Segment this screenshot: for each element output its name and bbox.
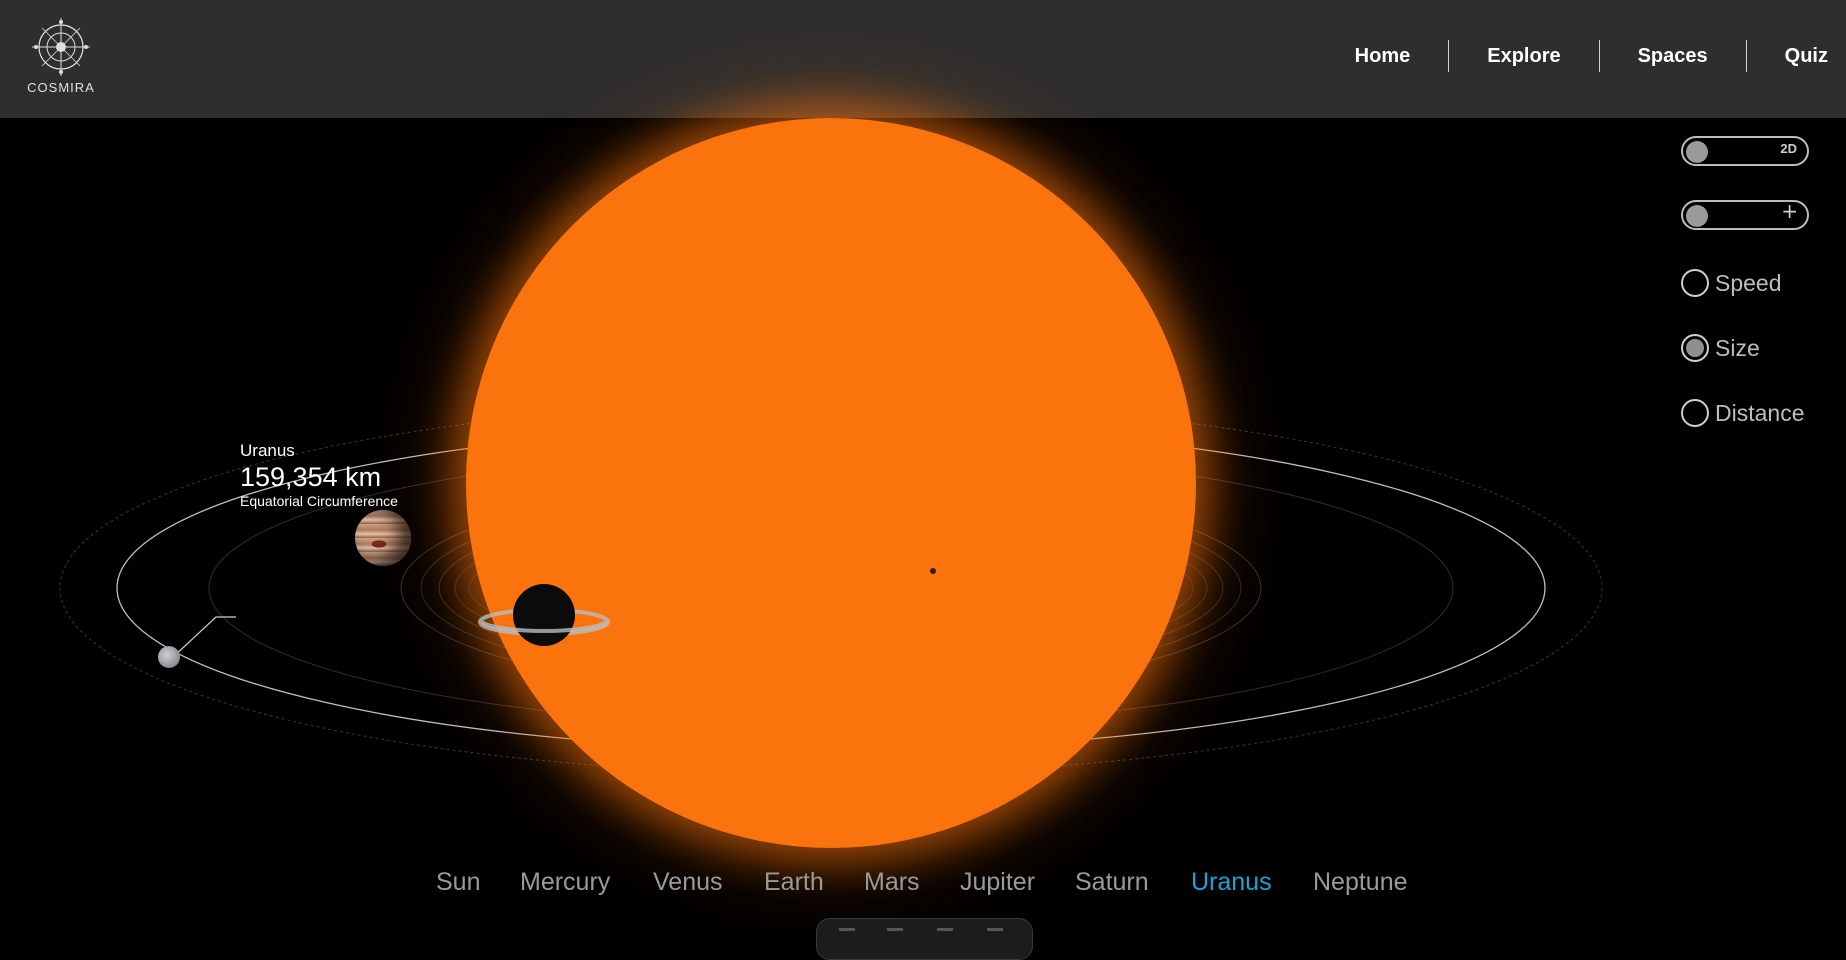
nav-spaces[interactable]: Spaces <box>1600 36 1746 76</box>
plus-icon: + <box>1781 199 1798 223</box>
radio-size[interactable]: Size <box>1681 331 1760 365</box>
view-2d-toggle[interactable]: 2D <box>1681 136 1809 166</box>
uranus-planet[interactable] <box>158 646 180 668</box>
sun-planet[interactable] <box>466 118 1196 848</box>
radio-speed[interactable]: Speed <box>1681 266 1782 300</box>
toggle-knob <box>1686 205 1708 227</box>
bottom-toolbar[interactable] <box>816 918 1033 960</box>
planet-menu-jupiter[interactable]: Jupiter <box>960 868 1035 897</box>
info-label: Equatorial Circumference <box>240 493 398 509</box>
planet-menu: Sun Mercury Venus Earth Mars Jupiter Sat… <box>0 868 1846 908</box>
nav-home[interactable]: Home <box>1317 36 1449 76</box>
toolbar-icon[interactable] <box>937 928 953 945</box>
toggle-2d-label: 2D <box>1780 141 1797 156</box>
add-toggle[interactable]: + <box>1681 199 1809 230</box>
planet-menu-uranus[interactable]: Uranus <box>1191 868 1272 897</box>
radio-size-label: Size <box>1715 334 1760 361</box>
toolbar-icon[interactable] <box>987 928 1003 945</box>
planet-menu-saturn[interactable]: Saturn <box>1075 868 1149 897</box>
planet-menu-neptune[interactable]: Neptune <box>1313 868 1408 897</box>
toolbar-icon[interactable] <box>887 928 903 945</box>
planet-menu-venus[interactable]: Venus <box>653 868 723 897</box>
radio-speed-label: Speed <box>1715 269 1782 296</box>
radio-distance-label: Distance <box>1715 399 1805 426</box>
nav-quiz[interactable]: Quiz <box>1747 36 1846 76</box>
nav-explore[interactable]: Explore <box>1449 36 1598 76</box>
radio-circle <box>1681 269 1709 297</box>
info-value: 159,354 km <box>240 462 382 492</box>
cosmira-logo[interactable]: COSMIRA <box>26 16 96 100</box>
radio-circle-checked <box>1681 334 1709 362</box>
planet-menu-earth[interactable]: Earth <box>764 868 824 897</box>
main-nav: Home Explore Spaces Quiz <box>1317 36 1846 76</box>
saturn-planet[interactable] <box>476 582 612 652</box>
planet-info-callout: Uranus 159,354 km Equatorial Circumferen… <box>240 441 398 509</box>
toolbar-icon[interactable] <box>839 928 855 945</box>
info-planet-name: Uranus <box>240 441 295 460</box>
compass-logo-icon <box>32 18 90 76</box>
jupiter-planet[interactable] <box>355 510 411 566</box>
toggle-knob <box>1686 141 1708 163</box>
logo-text: COSMIRA <box>27 80 95 95</box>
planet-menu-mercury[interactable]: Mercury <box>520 868 610 897</box>
planet-menu-sun[interactable]: Sun <box>436 868 480 897</box>
planet-menu-mars[interactable]: Mars <box>864 868 920 897</box>
top-header: COSMIRA Home Explore Spaces Quiz <box>0 0 1846 118</box>
radio-circle <box>1681 399 1709 427</box>
radio-distance[interactable]: Distance <box>1681 396 1804 430</box>
mars-planet[interactable] <box>930 568 936 574</box>
